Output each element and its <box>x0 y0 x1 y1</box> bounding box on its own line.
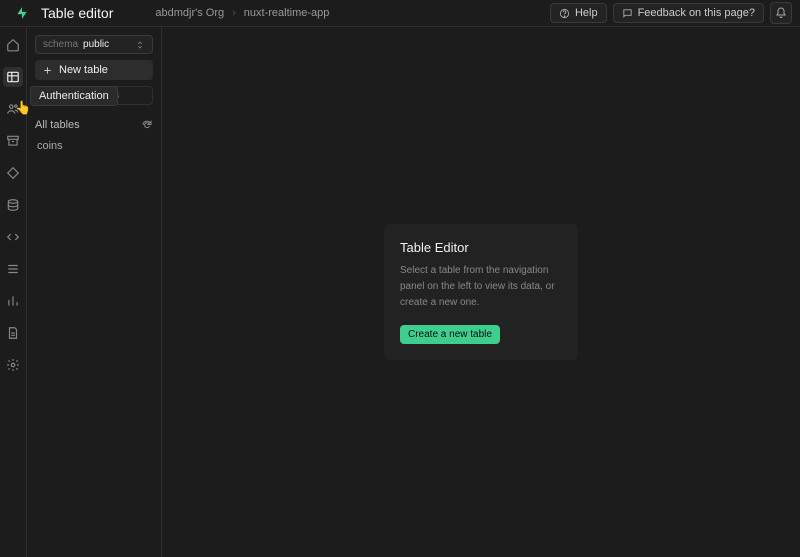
logo[interactable] <box>8 6 35 20</box>
tables-section-header: All tables <box>35 119 153 131</box>
sidebar-item-authentication[interactable] <box>3 99 23 119</box>
database-icon <box>6 198 20 212</box>
bar-chart-icon <box>6 294 20 308</box>
diamond-icon <box>6 166 20 180</box>
sidebar-item-settings[interactable] <box>3 355 23 375</box>
feedback-button[interactable]: Feedback on this page? <box>613 3 764 23</box>
notifications-button[interactable] <box>770 2 792 24</box>
help-button[interactable]: Help <box>550 3 607 23</box>
archive-icon <box>6 134 20 148</box>
feedback-label: Feedback on this page? <box>638 7 755 19</box>
empty-state-card: Table Editor Select a table from the nav… <box>384 224 578 360</box>
empty-state-description: Select a table from the navigation panel… <box>400 263 562 311</box>
help-label: Help <box>575 7 598 19</box>
table-icon <box>6 70 20 84</box>
tooltip-label: Authentication <box>39 90 109 102</box>
gear-icon <box>6 358 20 372</box>
empty-state-title: Table Editor <box>400 240 562 255</box>
chevron-right-icon: › <box>232 7 236 19</box>
sidebar-item-table-editor[interactable] <box>3 67 23 87</box>
sidebar-item-sql[interactable] <box>3 227 23 247</box>
sidebar-item-home[interactable] <box>3 35 23 55</box>
sidebar-item-logs[interactable] <box>3 323 23 343</box>
bell-icon <box>775 7 787 19</box>
schema-select[interactable]: schema public <box>35 35 153 54</box>
sidebar-item-reports[interactable] <box>3 291 23 311</box>
sidebar-nav: Authentication 👆 <box>0 27 27 557</box>
refresh-button[interactable] <box>141 119 153 131</box>
home-icon <box>6 38 20 52</box>
topbar: Table editor abdmdjr's Org › nuxt-realti… <box>0 0 800 27</box>
sidebar-item-api[interactable] <box>3 259 23 279</box>
new-table-button[interactable]: New table <box>35 60 153 80</box>
list-icon <box>6 262 20 276</box>
code-icon <box>6 230 20 244</box>
table-item[interactable]: coins <box>35 137 153 155</box>
plus-icon <box>42 65 53 76</box>
refresh-icon <box>141 119 153 131</box>
help-icon <box>559 8 570 19</box>
main-content: Table Editor Select a table from the nav… <box>162 27 800 557</box>
create-table-button[interactable]: Create a new table <box>400 325 500 344</box>
sidebar-item-storage[interactable] <box>3 131 23 151</box>
supabase-logo-icon <box>15 6 29 20</box>
users-icon <box>6 102 20 116</box>
section-label: All tables <box>35 119 80 131</box>
schema-value: public <box>83 39 109 50</box>
breadcrumb: abdmdjr's Org › nuxt-realtime-app <box>155 7 329 19</box>
breadcrumb-org[interactable]: abdmdjr's Org <box>155 7 224 19</box>
explorer-panel: schema public New table All tables coins <box>27 27 162 557</box>
tooltip: Authentication <box>30 86 118 106</box>
new-table-label: New table <box>59 64 108 76</box>
sidebar-item-database[interactable] <box>3 195 23 215</box>
message-icon <box>622 8 633 19</box>
chevron-updown-icon <box>135 40 145 50</box>
top-actions: Help Feedback on this page? <box>550 2 792 24</box>
breadcrumb-project[interactable]: nuxt-realtime-app <box>244 7 330 19</box>
sidebar-item-edge-functions[interactable] <box>3 163 23 183</box>
schema-label: schema <box>43 39 78 50</box>
page-title: Table editor <box>41 5 113 21</box>
file-icon <box>6 326 20 340</box>
